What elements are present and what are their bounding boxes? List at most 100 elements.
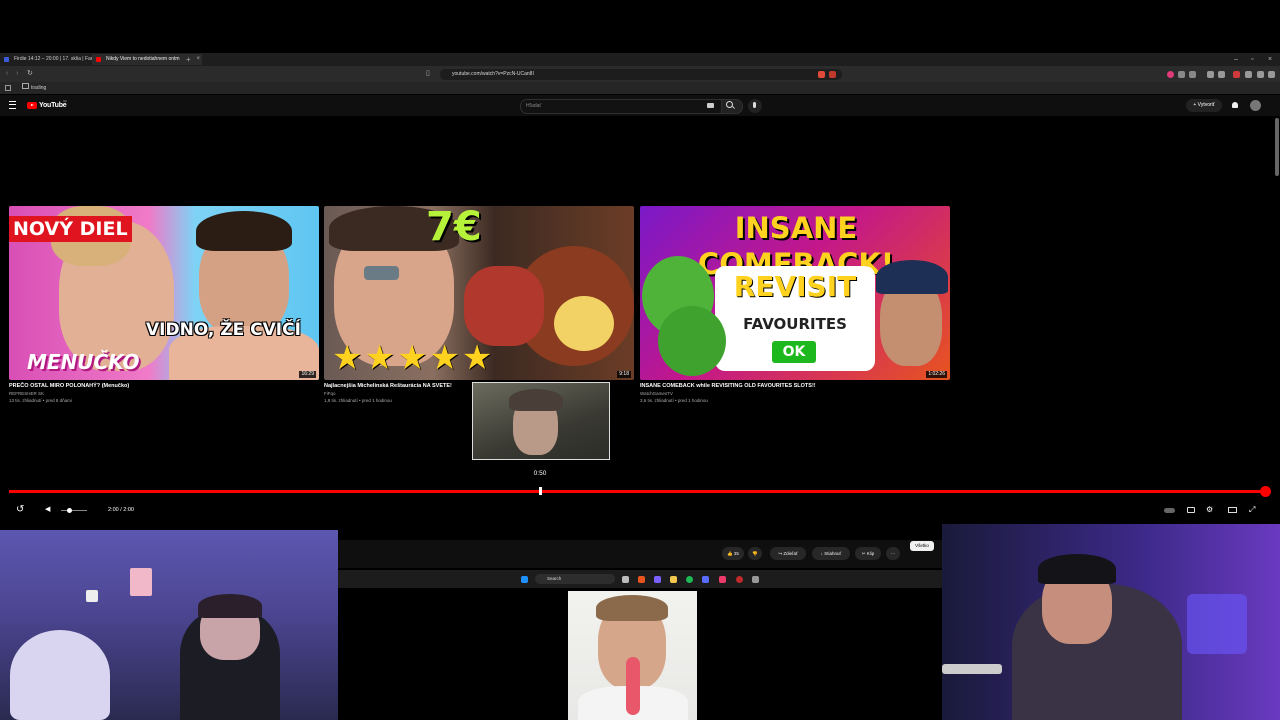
volume-knob[interactable] [67, 508, 72, 513]
extension-icon[interactable] [1233, 71, 1240, 78]
time-display: 2:00 / 2:00 [108, 507, 134, 513]
minimize-icon[interactable]: – [1234, 54, 1238, 65]
close-window-icon[interactable]: × [1268, 54, 1272, 65]
bookmark-folder[interactable]: trading [22, 82, 46, 94]
thumbnail-text: REVISIT [733, 270, 857, 303]
volume-slider[interactable] [61, 510, 87, 511]
webcam-left [0, 530, 338, 720]
replay-icon[interactable]: ↺ [16, 505, 24, 515]
video-duration: 1:02:26 [926, 371, 947, 378]
thumbnail-text: FAVOURITES [743, 315, 847, 333]
video-title[interactable]: PREČO OSTAL MIRO POLONAHÝ? (Menučko) [9, 382, 319, 390]
reload-icon[interactable]: ↻ [27, 67, 33, 81]
brave-shield-icon[interactable] [818, 71, 825, 78]
extension-icon[interactable] [1178, 71, 1185, 78]
thumbnail-glasses [364, 266, 399, 280]
profile-icon[interactable] [1257, 71, 1264, 78]
menu-icon[interactable] [9, 101, 16, 109]
extension-icon[interactable] [1167, 71, 1174, 78]
back-icon[interactable]: ‹ [6, 67, 8, 81]
hover-marker [539, 487, 542, 495]
endscreen-video-card[interactable]: 7€ ★★★★★ 9:18 Najlacnejšia Michelinská R… [324, 206, 634, 404]
thumbnail-stars: ★★★★★ [332, 338, 495, 378]
media-icon[interactable] [1207, 71, 1214, 78]
dislike-button[interactable]: 👎 [748, 547, 762, 560]
youtube-logo-icon[interactable] [27, 102, 37, 109]
thumbnail-text: MENUČKO [27, 350, 140, 374]
channel-name[interactable]: REFRESHER SK [9, 390, 319, 397]
browser-tab-bar: Firdie 14:12 – 20:00 | 17. sklia | Fare … [0, 53, 1280, 66]
bookmarks-bar [0, 82, 1280, 94]
folder-icon[interactable] [670, 576, 677, 583]
thumbnail-text: NOVÝ DIEL [9, 216, 132, 242]
obs-icon[interactable] [736, 576, 743, 583]
avatar[interactable] [1250, 100, 1261, 111]
bookmark-icon[interactable]: ▯ [426, 67, 430, 81]
close-tab-icon[interactable]: × [196, 54, 200, 65]
search-input[interactable] [520, 99, 722, 114]
menu-kebab-icon[interactable] [1268, 71, 1275, 78]
app-icon[interactable] [702, 576, 709, 583]
maximize-icon[interactable]: ▫ [1251, 54, 1253, 65]
page-scrollbar[interactable] [1275, 118, 1279, 176]
discord-icon[interactable] [654, 576, 661, 583]
autoplay-toggle[interactable] [1164, 508, 1175, 513]
forward-icon[interactable]: › [16, 67, 18, 81]
progress-scrubber[interactable] [1260, 486, 1271, 497]
progress-bar[interactable] [9, 490, 1266, 493]
inner-video-actions [338, 540, 942, 568]
thumbnail-text: VIDNO, ŽE CVIČÍ [146, 320, 301, 340]
task-view-icon[interactable] [622, 576, 629, 583]
theater-mode-icon[interactable] [1228, 507, 1237, 513]
led-light [1187, 594, 1247, 654]
wallet-icon[interactable] [1245, 71, 1252, 78]
filter-chip-all[interactable]: Všetko [910, 541, 934, 551]
more-button[interactable]: ⋯ [886, 547, 900, 560]
endscreen-video-card[interactable]: INSANE COMEBACK! REVISIT FAVOURITES OK 1… [640, 206, 950, 404]
download-label: Stiahnuť [824, 551, 842, 556]
spotify-icon[interactable] [686, 576, 693, 583]
streamer-hair [198, 594, 262, 618]
fullscreen-icon[interactable]: ⤢ [1249, 505, 1255, 515]
bell-icon[interactable] [1232, 102, 1238, 108]
volume-icon[interactable]: ◀ [45, 505, 50, 515]
new-tab-icon[interactable]: + [186, 54, 191, 65]
subtitles-icon[interactable] [1187, 507, 1195, 513]
settings-app-icon[interactable] [752, 576, 759, 583]
thumbnail-ok-button: OK [772, 341, 816, 363]
video-thumbnail[interactable]: 7€ ★★★★★ 9:18 [324, 206, 634, 380]
channel-name[interactable]: WatchGamesTV [640, 390, 950, 397]
clip-button[interactable]: ✂ Klip [855, 547, 881, 560]
download-button[interactable]: ↓ Stiahnuť [812, 547, 850, 560]
video-title[interactable]: INSANE COMEBACK while REVISITING OLD FAV… [640, 382, 950, 390]
microphone-arm [942, 664, 1002, 674]
like-button[interactable]: 👍 35 [722, 547, 744, 560]
video-thumbnail[interactable]: INSANE COMEBACK! REVISIT FAVOURITES OK 1… [640, 206, 950, 380]
thumbnail-text: 7€ [426, 206, 482, 250]
rewards-icon[interactable] [829, 71, 836, 78]
video-thumbnail[interactable]: NOVÝ DIEL VIDNO, ŽE CVIČÍ MENUČKO 16:29 [9, 206, 319, 380]
folder-icon [22, 83, 29, 89]
keyboard-icon[interactable] [707, 103, 714, 108]
apps-grid-icon[interactable] [5, 85, 11, 91]
beanbag [10, 630, 110, 720]
create-button[interactable]: + Vytvoriť [1186, 99, 1222, 112]
share-button[interactable]: ↪ Zdieľať [770, 547, 806, 560]
app-icon[interactable] [719, 576, 726, 583]
start-icon[interactable] [521, 576, 528, 583]
scrub-preview-thumbnail [472, 382, 610, 460]
search-placeholder: Hľadať [526, 103, 542, 109]
thumbnail-cap [876, 260, 948, 294]
overlay-meme-image [568, 591, 697, 720]
mic-icon [753, 102, 756, 108]
taskbar-search[interactable]: Search [535, 574, 615, 584]
sidebar-icon[interactable] [1218, 71, 1225, 78]
endscreen-video-card[interactable]: NOVÝ DIEL VIDNO, ŽE CVIČÍ MENUČKO 16:29 … [9, 206, 319, 404]
brave-icon[interactable] [638, 576, 645, 583]
streamer-cap [1038, 554, 1116, 584]
tab-label: Nikdy Viem to nedotiahnem ontm [106, 56, 180, 62]
taskbar-search-label: Search [547, 576, 562, 581]
video-duration: 16:29 [299, 371, 316, 378]
settings-icon[interactable]: ⚙ [1206, 505, 1213, 515]
extension-icon[interactable] [1189, 71, 1196, 78]
